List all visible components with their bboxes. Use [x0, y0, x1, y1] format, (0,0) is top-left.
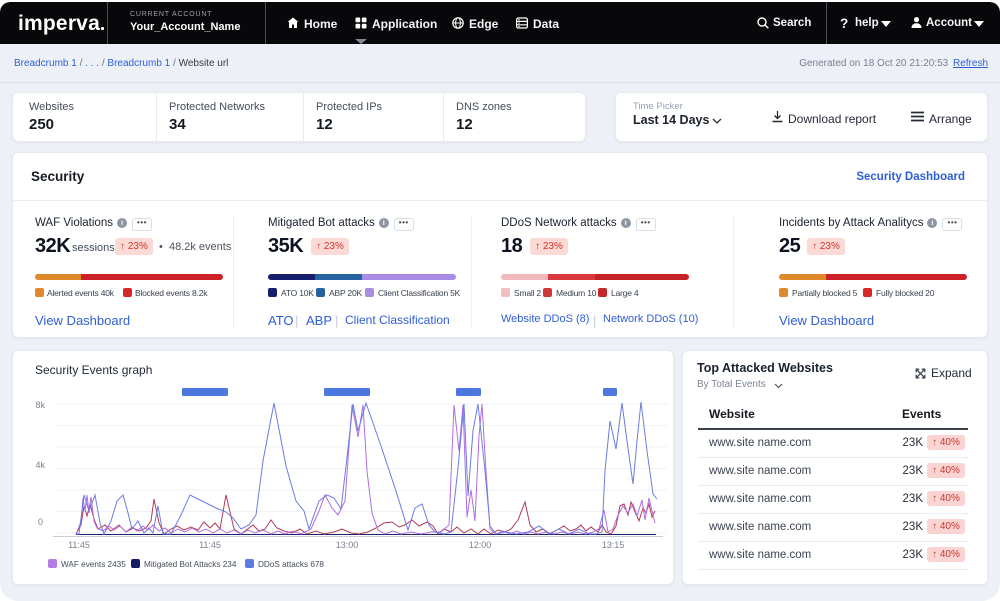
- svg-text:11:45: 11:45: [199, 540, 221, 550]
- svg-text:13:15: 13:15: [602, 540, 625, 550]
- svg-text:WAF events 2435: WAF events 2435: [61, 560, 126, 569]
- svg-text:0: 0: [38, 517, 43, 527]
- svg-text:11:45: 11:45: [68, 540, 90, 550]
- svg-text:DDoS attacks 678: DDoS attacks 678: [258, 560, 324, 569]
- svg-text:Mitigated Bot Attacks 234: Mitigated Bot Attacks 234: [144, 560, 237, 569]
- svg-text:12:00: 12:00: [469, 540, 492, 550]
- svg-text:4k: 4k: [35, 460, 45, 470]
- svg-text:13:00: 13:00: [336, 540, 359, 550]
- svg-text:8k: 8k: [35, 400, 45, 410]
